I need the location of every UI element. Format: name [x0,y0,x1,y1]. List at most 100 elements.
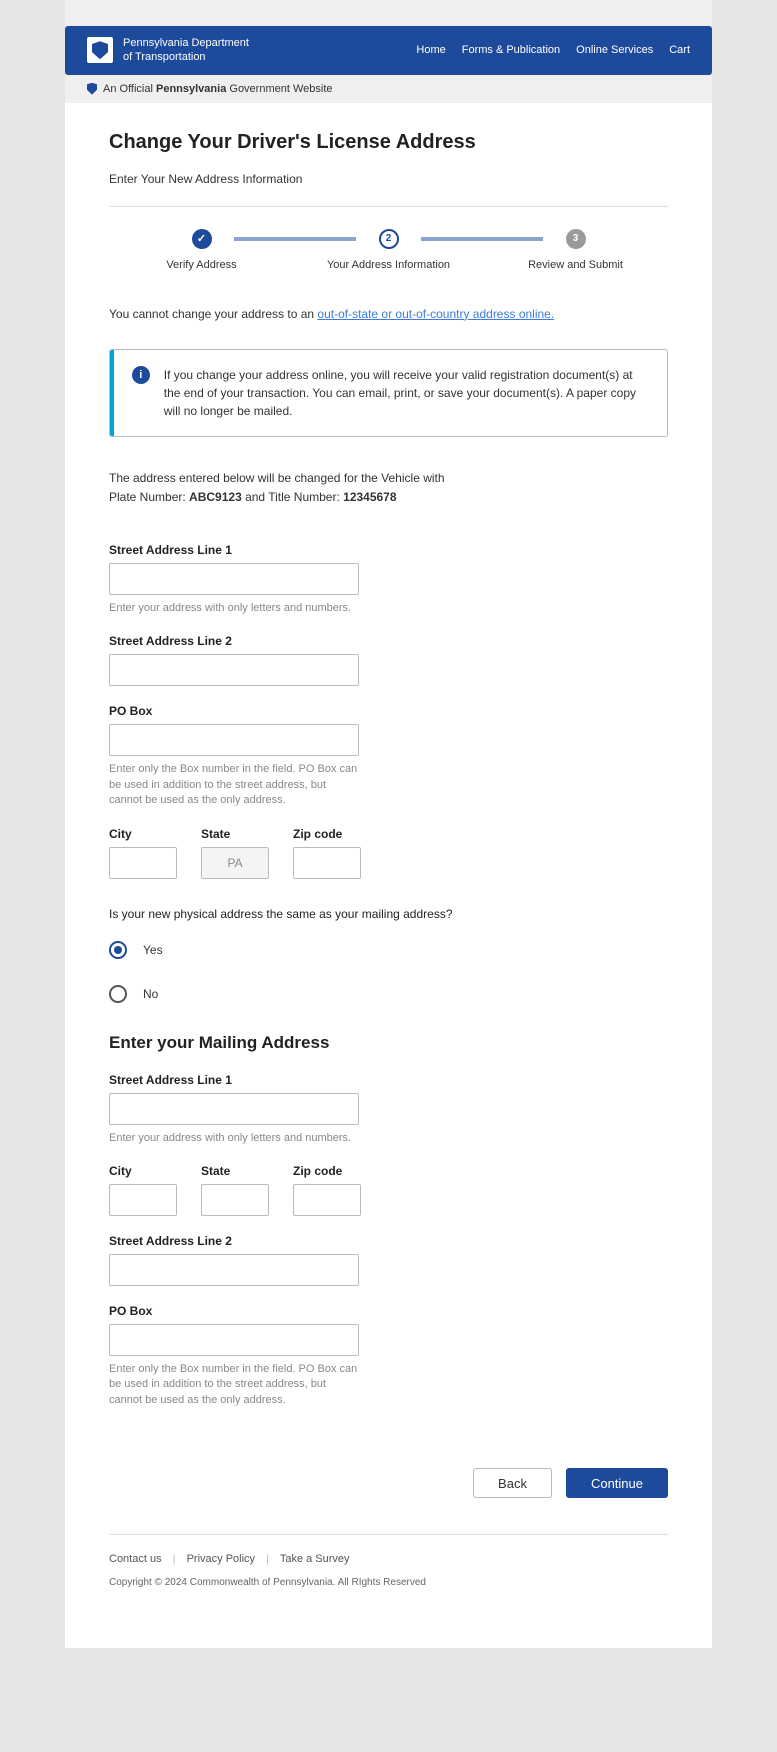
mailing-state-label: State [201,1164,269,1178]
mailing-pobox-input[interactable] [109,1324,359,1356]
dept-name: Pennsylvania Department of Transportatio… [123,36,249,65]
footer-survey[interactable]: Take a Survey [280,1553,350,1565]
radio-yes-row: Yes [109,941,668,959]
page-subtitle: Enter Your New Address Information [109,172,668,186]
step-circle-current: 2 [379,229,399,249]
radio-no[interactable] [109,985,127,1003]
restriction-notice: You cannot change your address to an out… [109,307,668,321]
physical-city-input[interactable] [109,847,177,879]
radio-dot-icon [114,946,122,954]
mailing-city-state-zip-row: City State Zip code [109,1164,668,1216]
mailing-heading: Enter your Mailing Address [109,1033,668,1053]
mailing-street1-label: Street Address Line 1 [109,1073,668,1087]
mailing-pobox-group: PO Box Enter only the Box number in the … [109,1304,668,1408]
mailing-city-group: City [109,1164,177,1216]
radio-yes-label: Yes [143,943,163,957]
separator: | [173,1553,176,1565]
official-text: An Official Pennsylvania Government Webs… [103,83,333,95]
official-bar: An Official Pennsylvania Government Webs… [65,75,712,103]
step-label: Verify Address [166,259,236,271]
physical-street1-label: Street Address Line 1 [109,543,668,557]
physical-pobox-group: PO Box Enter only the Box number in the … [109,704,668,808]
mailing-state-group: State [201,1164,269,1216]
step-3: 3 Review and Submit [483,229,668,271]
nav-links: Home Forms & Publication Online Services… [416,44,690,56]
mailing-street1-group: Street Address Line 1 Enter your address… [109,1073,668,1146]
footer-links: Contact us | Privacy Policy | Take a Sur… [109,1553,668,1565]
step-2: 2 Your Address Information [296,229,481,271]
step-label: Review and Submit [528,259,623,271]
mailing-pobox-label: PO Box [109,1304,668,1318]
mailing-pobox-help: Enter only the Box number in the field. … [109,1362,359,1408]
footer-privacy[interactable]: Privacy Policy [187,1553,255,1565]
radio-no-row: No [109,985,668,1003]
footer-contact[interactable]: Contact us [109,1553,162,1565]
step-label: Your Address Information [327,259,450,271]
divider [109,206,668,207]
vehicle-info: The address entered below will be change… [109,469,668,507]
stepper: ✓ Verify Address 2 Your Address Informat… [109,229,668,271]
vehicle-line2: Plate Number: ABC9123 and Title Number: … [109,488,668,507]
header-left: Pennsylvania Department of Transportatio… [87,36,249,65]
physical-pobox-input[interactable] [109,724,359,756]
continue-button[interactable]: Continue [566,1468,668,1498]
physical-zip-group: Zip code [293,827,361,879]
content-area: Change Your Driver's License Address Ent… [65,103,712,1649]
mailing-city-input[interactable] [109,1184,177,1216]
step-connector [421,237,543,241]
mailing-zip-group: Zip code [293,1164,361,1216]
footer-divider [109,1534,668,1535]
check-icon: ✓ [197,232,206,245]
physical-zip-input[interactable] [293,847,361,879]
physical-pobox-help: Enter only the Box number in the field. … [109,762,359,808]
physical-street1-help: Enter your address with only letters and… [109,601,359,616]
copyright: Copyright © 2024 Commonwealth of Pennsyl… [109,1577,668,1608]
back-button[interactable]: Back [473,1468,552,1498]
mailing-zip-label: Zip code [293,1164,361,1178]
physical-state-group: State [201,827,269,879]
radio-yes[interactable] [109,941,127,959]
mailing-street1-help: Enter your address with only letters and… [109,1131,359,1146]
mailing-street2-label: Street Address Line 2 [109,1234,668,1248]
page-container: Pennsylvania Department of Transportatio… [65,0,712,1648]
step-circle-pending: 3 [566,229,586,249]
mailing-street2-group: Street Address Line 2 [109,1234,668,1286]
mailing-zip-input[interactable] [293,1184,361,1216]
step-1: ✓ Verify Address [109,229,294,271]
dept-line2: of Transportation [123,50,249,64]
info-text: If you change your address online, you w… [164,366,649,420]
nav-forms[interactable]: Forms & Publication [462,44,560,56]
vehicle-line1: The address entered below will be change… [109,469,668,488]
nav-cart[interactable]: Cart [669,44,690,56]
physical-street2-input[interactable] [109,654,359,686]
separator: | [266,1553,269,1565]
mailing-state-input[interactable] [201,1184,269,1216]
physical-city-state-zip-row: City State Zip code [109,827,668,879]
header-bar: Pennsylvania Department of Transportatio… [65,26,712,75]
button-row: Back Continue [109,1468,668,1498]
mailing-street1-input[interactable] [109,1093,359,1125]
step-connector [234,237,356,241]
physical-street2-label: Street Address Line 2 [109,634,668,648]
radio-no-label: No [143,987,158,1001]
physical-pobox-label: PO Box [109,704,668,718]
logo-box [87,37,113,63]
physical-street2-group: Street Address Line 2 [109,634,668,686]
shield-icon [87,83,97,95]
physical-street1-input[interactable] [109,563,359,595]
physical-zip-label: Zip code [293,827,361,841]
nav-home[interactable]: Home [416,44,445,56]
shield-icon [92,41,108,59]
mailing-city-label: City [109,1164,177,1178]
info-body: i If you change your address online, you… [114,350,667,436]
physical-state-label: State [201,827,269,841]
physical-city-label: City [109,827,177,841]
info-callout: i If you change your address online, you… [109,349,668,437]
mailing-street2-input[interactable] [109,1254,359,1286]
physical-city-group: City [109,827,177,879]
same-address-question: Is your new physical address the same as… [109,907,668,921]
dept-line1: Pennsylvania Department [123,36,249,50]
nav-online-services[interactable]: Online Services [576,44,653,56]
restriction-link[interactable]: out-of-state or out-of-country address o… [317,307,554,321]
info-icon: i [132,366,150,384]
